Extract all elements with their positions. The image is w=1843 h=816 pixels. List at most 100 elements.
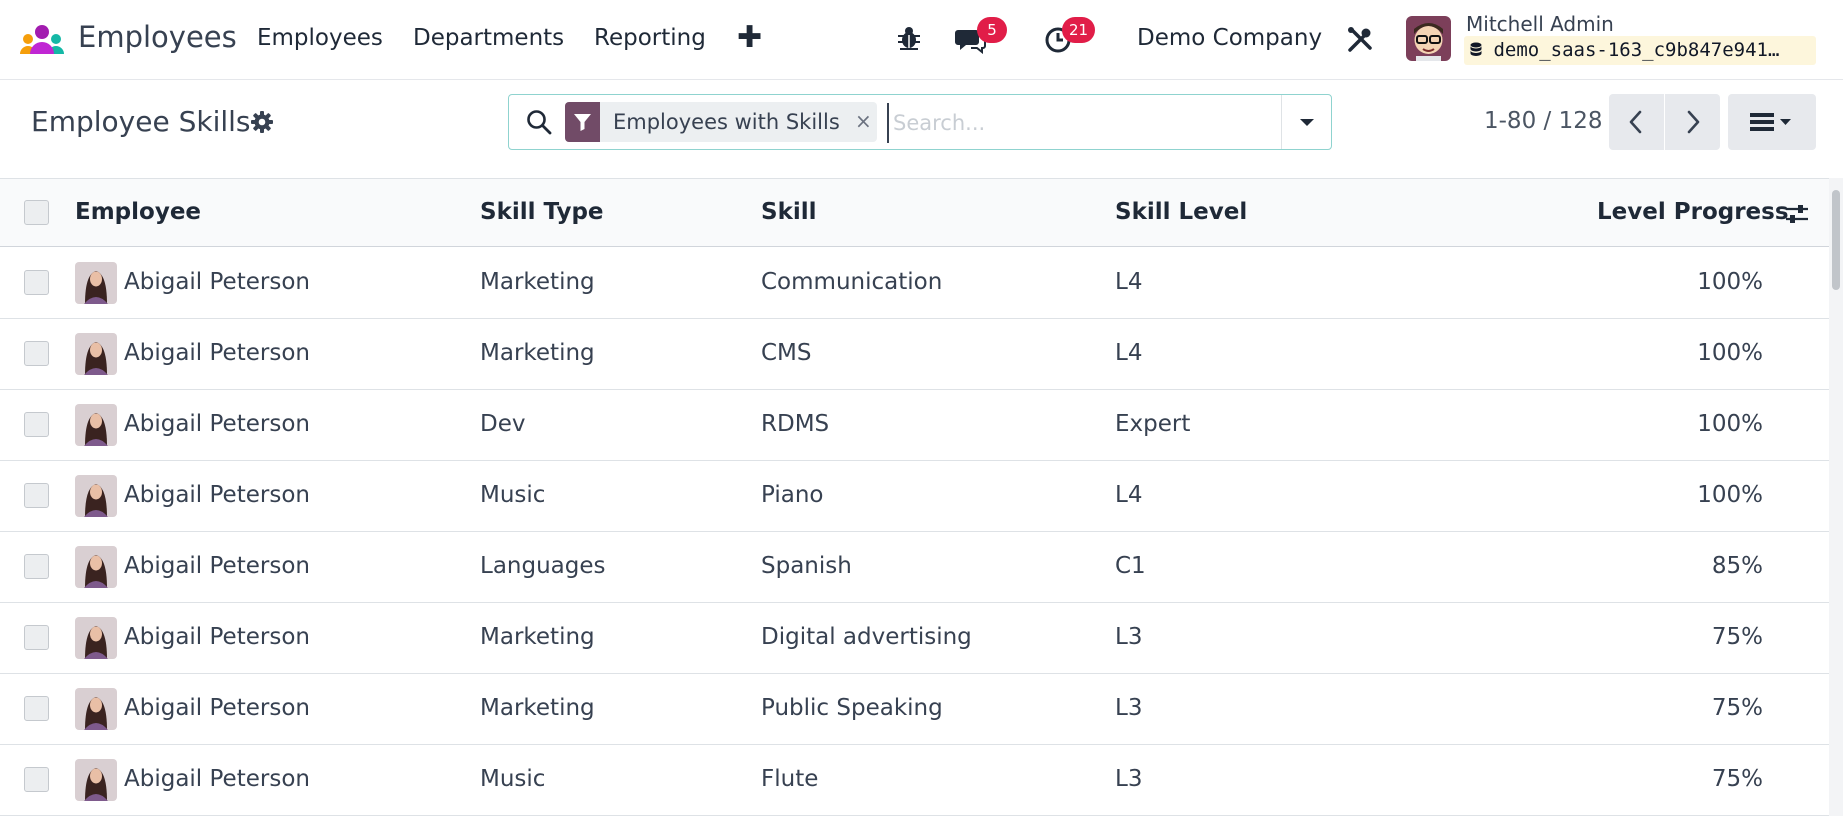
- employee-avatar: [75, 333, 117, 375]
- employee-avatar: [75, 404, 117, 446]
- cell-skill-type[interactable]: Music: [480, 482, 545, 508]
- cell-employee[interactable]: Abigail Peterson: [124, 766, 310, 792]
- scrollbar-thumb[interactable]: [1832, 190, 1840, 290]
- column-header-employee[interactable]: Employee: [75, 199, 201, 225]
- row-checkbox[interactable]: [24, 696, 49, 721]
- cell-skill-level[interactable]: L4: [1115, 269, 1142, 295]
- vertical-scrollbar[interactable]: [1829, 178, 1843, 816]
- activities-badge: 21: [1062, 17, 1096, 43]
- cell-level-progress[interactable]: 100%: [1563, 411, 1763, 437]
- cell-skill[interactable]: Spanish: [761, 553, 852, 579]
- employee-avatar: [75, 617, 117, 659]
- cell-level-progress[interactable]: 85%: [1563, 553, 1763, 579]
- row-checkbox[interactable]: [24, 767, 49, 792]
- cell-employee[interactable]: Abigail Peterson: [124, 411, 310, 437]
- menu-reporting[interactable]: Reporting: [594, 25, 706, 51]
- view-switcher-button[interactable]: [1728, 94, 1816, 150]
- add-menu-button[interactable]: ✚: [737, 20, 762, 55]
- row-checkbox[interactable]: [24, 483, 49, 508]
- cell-skill-level[interactable]: L4: [1115, 482, 1142, 508]
- cell-skill-type[interactable]: Marketing: [480, 340, 595, 366]
- table-row[interactable]: Abigail Peterson Music Piano L4 100%: [0, 461, 1829, 532]
- cell-skill-type[interactable]: Languages: [480, 553, 606, 579]
- cell-skill[interactable]: RDMS: [761, 411, 829, 437]
- cell-skill[interactable]: Public Speaking: [761, 695, 943, 721]
- cell-skill-level[interactable]: Expert: [1115, 411, 1190, 437]
- database-name: demo_saas-163_c9b847e941…: [1493, 39, 1780, 61]
- cell-skill-type[interactable]: Marketing: [480, 624, 595, 650]
- tools-icon[interactable]: [1346, 26, 1374, 54]
- optional-columns-icon[interactable]: [1784, 201, 1810, 227]
- database-badge: demo_saas-163_c9b847e941…: [1464, 36, 1816, 65]
- employee-avatar: [75, 759, 117, 801]
- cell-skill-level[interactable]: L3: [1115, 624, 1142, 650]
- cell-skill-type[interactable]: Marketing: [480, 695, 595, 721]
- cell-skill[interactable]: Digital advertising: [761, 624, 972, 650]
- cell-skill-type[interactable]: Marketing: [480, 269, 595, 295]
- caret-down-icon: [1300, 119, 1314, 126]
- facet-label: Employees with Skills: [613, 110, 840, 134]
- cell-level-progress[interactable]: 100%: [1563, 269, 1763, 295]
- filter-icon: [574, 114, 591, 131]
- messages-badge: 5: [977, 17, 1007, 43]
- search-input[interactable]: [887, 103, 1287, 143]
- cell-employee[interactable]: Abigail Peterson: [124, 695, 310, 721]
- column-header-level-progress[interactable]: Level Progress: [1597, 199, 1789, 225]
- table-row[interactable]: Abigail Peterson Marketing Public Speaking…: [0, 674, 1829, 745]
- pager-next-button[interactable]: [1665, 94, 1720, 150]
- cell-skill-level[interactable]: L3: [1115, 766, 1142, 792]
- row-checkbox[interactable]: [24, 554, 49, 579]
- cell-skill-level[interactable]: L3: [1115, 695, 1142, 721]
- cell-employee[interactable]: Abigail Peterson: [124, 269, 310, 295]
- cell-skill-level[interactable]: L4: [1115, 340, 1142, 366]
- cell-level-progress[interactable]: 75%: [1563, 766, 1763, 792]
- row-checkbox[interactable]: [24, 270, 49, 295]
- cell-skill-type[interactable]: Dev: [480, 411, 525, 437]
- cell-level-progress[interactable]: 75%: [1563, 695, 1763, 721]
- table-row[interactable]: Abigail Peterson Dev RDMS Expert 100%: [0, 390, 1829, 461]
- facet-remove-button[interactable]: ×: [855, 109, 872, 133]
- search-facet: Employees with Skills ×: [565, 102, 877, 142]
- company-switcher[interactable]: Demo Company: [1137, 25, 1322, 51]
- cell-skill-level[interactable]: C1: [1115, 553, 1146, 579]
- search-options-toggle[interactable]: [1281, 95, 1331, 149]
- user-name[interactable]: Mitchell Admin: [1466, 12, 1614, 36]
- user-avatar[interactable]: [1406, 16, 1451, 61]
- cell-level-progress[interactable]: 100%: [1563, 482, 1763, 508]
- menu-employees[interactable]: Employees: [257, 25, 383, 51]
- pager-previous-button[interactable]: [1609, 94, 1664, 150]
- cell-skill[interactable]: CMS: [761, 340, 812, 366]
- search-bar: Employees with Skills ×: [508, 94, 1332, 150]
- cell-skill[interactable]: Flute: [761, 766, 818, 792]
- table-row[interactable]: Abigail Peterson Marketing Communication L4…: [0, 248, 1829, 319]
- column-header-skill[interactable]: Skill: [761, 199, 817, 225]
- chevron-left-icon: [1629, 110, 1642, 134]
- table-row[interactable]: Abigail Peterson Music Flute L3 75%: [0, 745, 1829, 816]
- cell-skill-type[interactable]: Music: [480, 766, 545, 792]
- app-name[interactable]: Employees: [78, 20, 237, 54]
- table-row[interactable]: Abigail Peterson Marketing CMS L4 100%: [0, 319, 1829, 390]
- cell-employee[interactable]: Abigail Peterson: [124, 482, 310, 508]
- table-row[interactable]: Abigail Peterson Languages Spanish C1 85%: [0, 532, 1829, 603]
- cell-level-progress[interactable]: 75%: [1563, 624, 1763, 650]
- row-checkbox[interactable]: [24, 625, 49, 650]
- cell-employee[interactable]: Abigail Peterson: [124, 624, 310, 650]
- cell-skill[interactable]: Communication: [761, 269, 942, 295]
- select-all-checkbox[interactable]: [24, 200, 49, 225]
- row-checkbox[interactable]: [24, 341, 49, 366]
- column-header-skill-level[interactable]: Skill Level: [1115, 199, 1247, 225]
- gear-icon[interactable]: [250, 110, 274, 134]
- cell-skill[interactable]: Piano: [761, 482, 824, 508]
- table-row[interactable]: Abigail Peterson Marketing Digital adverti…: [0, 603, 1829, 674]
- row-checkbox[interactable]: [24, 412, 49, 437]
- cell-employee[interactable]: Abigail Peterson: [124, 340, 310, 366]
- menu-departments[interactable]: Departments: [413, 25, 564, 51]
- cell-employee[interactable]: Abigail Peterson: [124, 553, 310, 579]
- search-icon[interactable]: [526, 109, 552, 135]
- top-navbar: Employees Employees Departments Reportin…: [0, 0, 1843, 80]
- column-header-skill-type[interactable]: Skill Type: [480, 199, 604, 225]
- employees-app-icon[interactable]: [18, 22, 66, 58]
- pager-value[interactable]: 1-80 / 128: [1484, 108, 1602, 134]
- cell-level-progress[interactable]: 100%: [1563, 340, 1763, 366]
- bug-icon[interactable]: [896, 25, 922, 51]
